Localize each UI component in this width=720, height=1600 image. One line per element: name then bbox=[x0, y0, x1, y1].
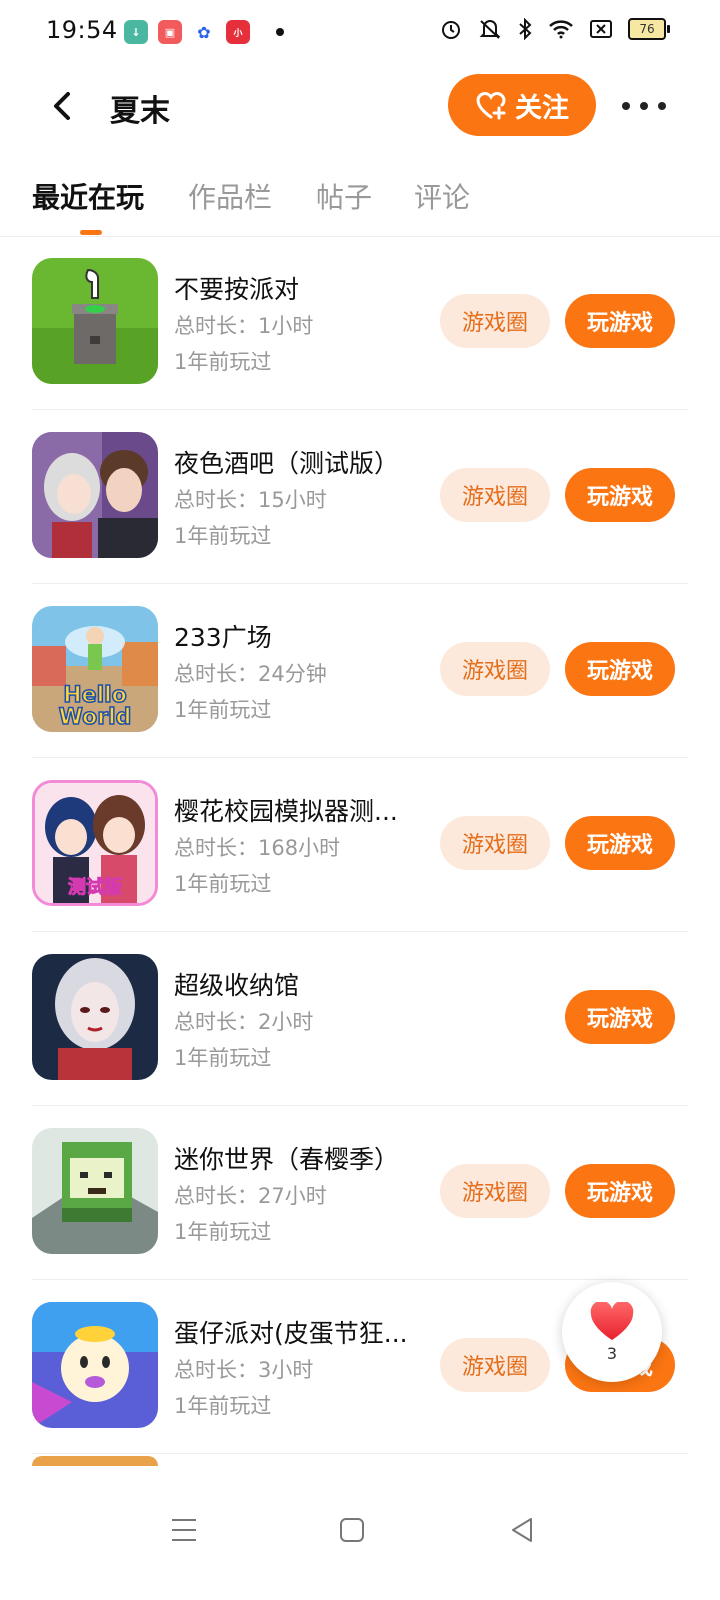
notification-icons: ↓ ▣ ✿ 小 bbox=[124, 20, 284, 44]
list-item[interactable]: 夜色酒吧（测试版） 总时长：15小时 1年前玩过 游戏圈 玩游戏 bbox=[32, 410, 688, 584]
last-played: 1年前玩过 bbox=[174, 872, 272, 896]
floating-like-button[interactable]: 3 bbox=[562, 1282, 662, 1382]
heart-icon bbox=[590, 1301, 634, 1340]
game-thumbnail[interactable] bbox=[32, 258, 158, 384]
page-title: 夏末 bbox=[110, 94, 170, 129]
bluetooth-icon bbox=[518, 18, 532, 40]
game-duration: 总时长：27小时 bbox=[174, 1184, 327, 1208]
game-thumbnail[interactable] bbox=[32, 432, 158, 558]
more-options-button[interactable] bbox=[622, 94, 666, 118]
game-circle-button[interactable]: 游戏圈 bbox=[440, 1164, 550, 1218]
game-duration: 总时长：2小时 bbox=[174, 1010, 314, 1034]
menu-icon bbox=[172, 1519, 196, 1541]
game-title: 迷你世界（春樱季） bbox=[174, 1145, 400, 1174]
game-circle-button[interactable]: 游戏圈 bbox=[440, 294, 550, 348]
last-played: 1年前玩过 bbox=[174, 698, 272, 722]
more-dot-icon bbox=[640, 102, 648, 110]
play-game-button[interactable]: 玩游戏 bbox=[565, 1164, 675, 1218]
game-thumbnail[interactable] bbox=[32, 1302, 158, 1428]
tab-works[interactable]: 作品栏 bbox=[188, 176, 272, 216]
baidu-app-icon: ✿ bbox=[192, 20, 216, 44]
game-thumbnail[interactable] bbox=[32, 1128, 158, 1254]
system-icons: 76 bbox=[440, 18, 670, 40]
tab-posts[interactable]: 帖子 bbox=[316, 176, 372, 216]
chevron-left-icon bbox=[54, 92, 70, 120]
game-duration: 总时长：168小时 bbox=[174, 836, 341, 860]
follow-button[interactable]: 关注 bbox=[448, 74, 596, 136]
last-played: 1年前玩过 bbox=[174, 1394, 272, 1418]
heart-plus-icon bbox=[476, 92, 506, 120]
game-thumbnail[interactable] bbox=[32, 954, 158, 1080]
list-item[interactable]: Hello World 233广场 总时长：24分钟 1年前玩过 游戏圈 玩游戏 bbox=[32, 584, 688, 758]
back-triangle-icon bbox=[512, 1518, 532, 1542]
tab-recently-played[interactable]: 最近在玩 bbox=[32, 176, 144, 216]
back-nav-button[interactable] bbox=[502, 1510, 542, 1550]
profile-tabs: 最近在玩 作品栏 帖子 评论 bbox=[0, 170, 720, 237]
list-item[interactable]: 超级收纳馆 总时长：2小时 1年前玩过 玩游戏 bbox=[32, 932, 688, 1106]
play-game-button[interactable]: 玩游戏 bbox=[565, 816, 675, 870]
game-title: 夜色酒吧（测试版） bbox=[174, 449, 400, 478]
play-game-button[interactable]: 玩游戏 bbox=[565, 642, 675, 696]
game-duration: 总时长：3小时 bbox=[174, 1358, 314, 1382]
game-thumbnail[interactable]: Hello World bbox=[32, 606, 158, 732]
more-dot-icon bbox=[658, 102, 666, 110]
play-game-button[interactable]: 玩游戏 bbox=[565, 990, 675, 1044]
more-notifications-dot bbox=[276, 28, 284, 36]
last-played: 1年前玩过 bbox=[174, 524, 272, 548]
game-title: 蛋仔派对(皮蛋节狂... bbox=[174, 1319, 408, 1348]
sim-icon bbox=[590, 20, 612, 38]
follow-label: 关注 bbox=[515, 92, 569, 124]
home-square-icon bbox=[340, 1518, 364, 1542]
game-duration: 总时长：24分钟 bbox=[174, 662, 327, 686]
last-played: 1年前玩过 bbox=[174, 350, 272, 374]
game-title: 233广场 bbox=[174, 623, 272, 652]
menu-nav-button[interactable] bbox=[164, 1510, 204, 1550]
list-item[interactable]: 不要按派对 总时长：1小时 1年前玩过 游戏圈 玩游戏 bbox=[32, 236, 688, 410]
back-button[interactable] bbox=[44, 86, 80, 126]
game-circle-button[interactable]: 游戏圈 bbox=[440, 468, 550, 522]
list-item[interactable]: 测试版 樱花校园模拟器测... 总时长：168小时 1年前玩过 游戏圈 玩游戏 bbox=[32, 758, 688, 932]
status-bar: 19:54 ↓ ▣ ✿ 小 76 bbox=[0, 0, 720, 64]
last-played: 1年前玩过 bbox=[174, 1046, 272, 1070]
game-circle-button[interactable]: 游戏圈 bbox=[440, 816, 550, 870]
game-title: 不要按派对 bbox=[174, 275, 300, 304]
game-title: 樱花校园模拟器测... bbox=[174, 797, 398, 826]
video-app-icon: ▣ bbox=[158, 20, 182, 44]
last-played: 1年前玩过 bbox=[174, 1220, 272, 1244]
download-app-icon: ↓ bbox=[124, 20, 148, 44]
game-title: 超级收纳馆 bbox=[174, 971, 300, 1000]
like-count: 3 bbox=[606, 1343, 618, 1363]
alarm-icon bbox=[440, 18, 462, 40]
profile-header: 夏末 关注 bbox=[0, 64, 720, 154]
svg-text:测试版: 测试版 bbox=[68, 876, 122, 898]
game-duration: 总时长：1小时 bbox=[174, 314, 314, 338]
play-game-button[interactable]: 玩游戏 bbox=[565, 468, 675, 522]
mute-icon bbox=[478, 18, 502, 40]
active-tab-indicator bbox=[80, 230, 102, 235]
more-dot-icon bbox=[622, 102, 630, 110]
list-item[interactable]: 迷你世界（春樱季） 总时长：27小时 1年前玩过 游戏圈 玩游戏 bbox=[32, 1106, 688, 1280]
wifi-icon bbox=[548, 19, 574, 39]
game-thumbnail bbox=[32, 1456, 158, 1466]
list-item-partial bbox=[32, 1454, 688, 1466]
system-navigation-bar bbox=[0, 1480, 720, 1600]
xiaohongshu-app-icon: 小 bbox=[226, 20, 250, 44]
game-circle-button[interactable]: 游戏圈 bbox=[440, 1338, 550, 1392]
home-nav-button[interactable] bbox=[332, 1510, 372, 1550]
game-circle-button[interactable]: 游戏圈 bbox=[440, 642, 550, 696]
play-game-button[interactable]: 玩游戏 bbox=[565, 294, 675, 348]
tab-comments[interactable]: 评论 bbox=[414, 176, 470, 216]
svg-text:World: World bbox=[59, 705, 132, 730]
status-time: 19:54 bbox=[46, 16, 118, 44]
game-thumbnail[interactable]: 测试版 bbox=[32, 780, 158, 906]
game-duration: 总时长：15小时 bbox=[174, 488, 327, 512]
battery-icon: 76 bbox=[628, 18, 670, 40]
